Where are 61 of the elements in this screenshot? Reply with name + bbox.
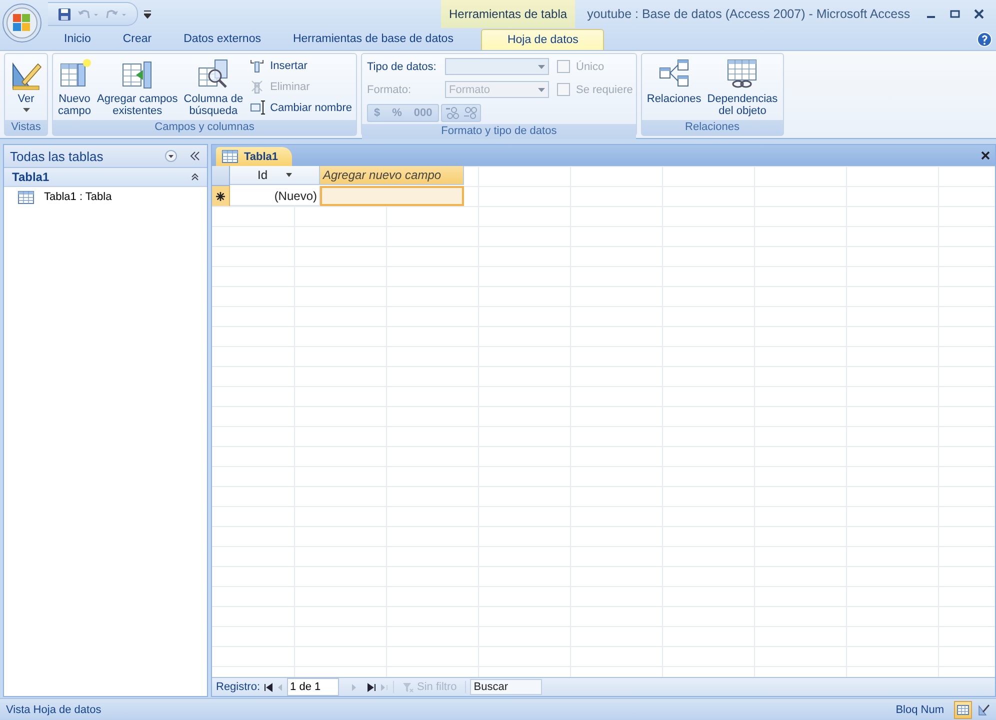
ribbon-button[interactable]: Nuevo campo bbox=[56, 56, 94, 118]
ribbon-button[interactable]: Columna de búsqueda bbox=[182, 56, 246, 118]
field-label: Formato: bbox=[367, 84, 412, 96]
rename-column-icon bbox=[250, 100, 266, 116]
dropdown-field[interactable] bbox=[445, 58, 549, 75]
document-tab[interactable]: Tabla1 bbox=[216, 147, 292, 166]
restore-icon[interactable] bbox=[950, 9, 960, 19]
customize-toolbar-icon[interactable] bbox=[144, 10, 151, 18]
insert-column-icon bbox=[250, 58, 266, 74]
caret-icon bbox=[538, 64, 545, 68]
design-view-icon bbox=[978, 704, 990, 716]
group-label: Relaciones bbox=[642, 120, 783, 135]
group-label: Campos y columnas bbox=[53, 120, 356, 135]
column-header[interactable]: Id bbox=[230, 166, 320, 185]
num-lock-indicator: Bloq Num bbox=[896, 704, 944, 716]
first-record-icon[interactable] bbox=[264, 682, 274, 692]
collapse-pane-icon[interactable] bbox=[189, 150, 201, 162]
datasheet-view-icon bbox=[957, 704, 969, 716]
ribbon-tab[interactable]: Datos externos bbox=[168, 29, 277, 50]
window-title: youtube : Base de datos (Access 2007) - Microsoft Access bbox=[587, 7, 912, 21]
group-label: Formato y tipo de datos bbox=[362, 124, 636, 139]
caret-icon bbox=[22, 108, 30, 112]
filter-icon bbox=[402, 682, 414, 692]
ribbon-tab[interactable]: Crear bbox=[106, 29, 168, 50]
collapse-icon bbox=[191, 173, 199, 181]
last-record-icon[interactable] bbox=[367, 682, 376, 692]
table-cell[interactable] bbox=[320, 186, 464, 206]
new-record-icon bbox=[216, 192, 225, 200]
lookup-column-icon bbox=[197, 58, 230, 90]
group-label: Vistas bbox=[5, 120, 47, 135]
nav-item[interactable]: Tabla1 : Tabla bbox=[4, 187, 118, 207]
column-header[interactable]: Agregar nuevo campo bbox=[320, 166, 464, 185]
ribbon-button[interactable]: Dependencias del objeto bbox=[705, 56, 780, 118]
close-icon[interactable] bbox=[974, 9, 984, 19]
nav-group-header[interactable]: Tabla1 bbox=[4, 168, 207, 187]
table-icon bbox=[18, 190, 34, 204]
ribbon-tab[interactable]: Hoja de datos bbox=[481, 29, 604, 50]
caret-icon bbox=[286, 173, 292, 177]
ribbon-button[interactable]: Cambiar nombre bbox=[249, 98, 353, 117]
save-icon[interactable] bbox=[58, 8, 71, 20]
record-label: Registro: bbox=[216, 681, 260, 693]
ribbon-button[interactable]: Agregar campos existentes bbox=[95, 56, 180, 118]
search-field[interactable]: Buscar bbox=[470, 679, 542, 695]
office-button-icon[interactable] bbox=[2, 3, 42, 43]
ribbon-button[interactable]: Relaciones bbox=[644, 56, 704, 118]
table-icon bbox=[222, 150, 238, 163]
view-button[interactable]: Ver bbox=[8, 56, 44, 118]
caret-icon bbox=[538, 88, 545, 92]
ribbon-tab[interactable]: Inicio bbox=[48, 29, 107, 50]
dependencies-icon bbox=[726, 58, 758, 90]
ribbon-tab[interactable]: Herramientas de base de datos bbox=[276, 29, 470, 50]
close-icon[interactable] bbox=[981, 151, 990, 160]
status-text: Vista Hoja de datos bbox=[6, 704, 102, 716]
help-icon[interactable] bbox=[977, 32, 992, 47]
view-switch-button[interactable] bbox=[954, 700, 972, 718]
field-label: Tipo de datos: bbox=[367, 60, 438, 72]
row-selector[interactable] bbox=[212, 186, 230, 206]
dropdown-icon[interactable] bbox=[165, 150, 177, 162]
record-position-field[interactable]: 1 de 1 bbox=[287, 678, 340, 696]
context-tab-group: Herramientas de tabla bbox=[441, 0, 576, 28]
ribbon-button[interactable]: Insertar bbox=[249, 56, 353, 75]
